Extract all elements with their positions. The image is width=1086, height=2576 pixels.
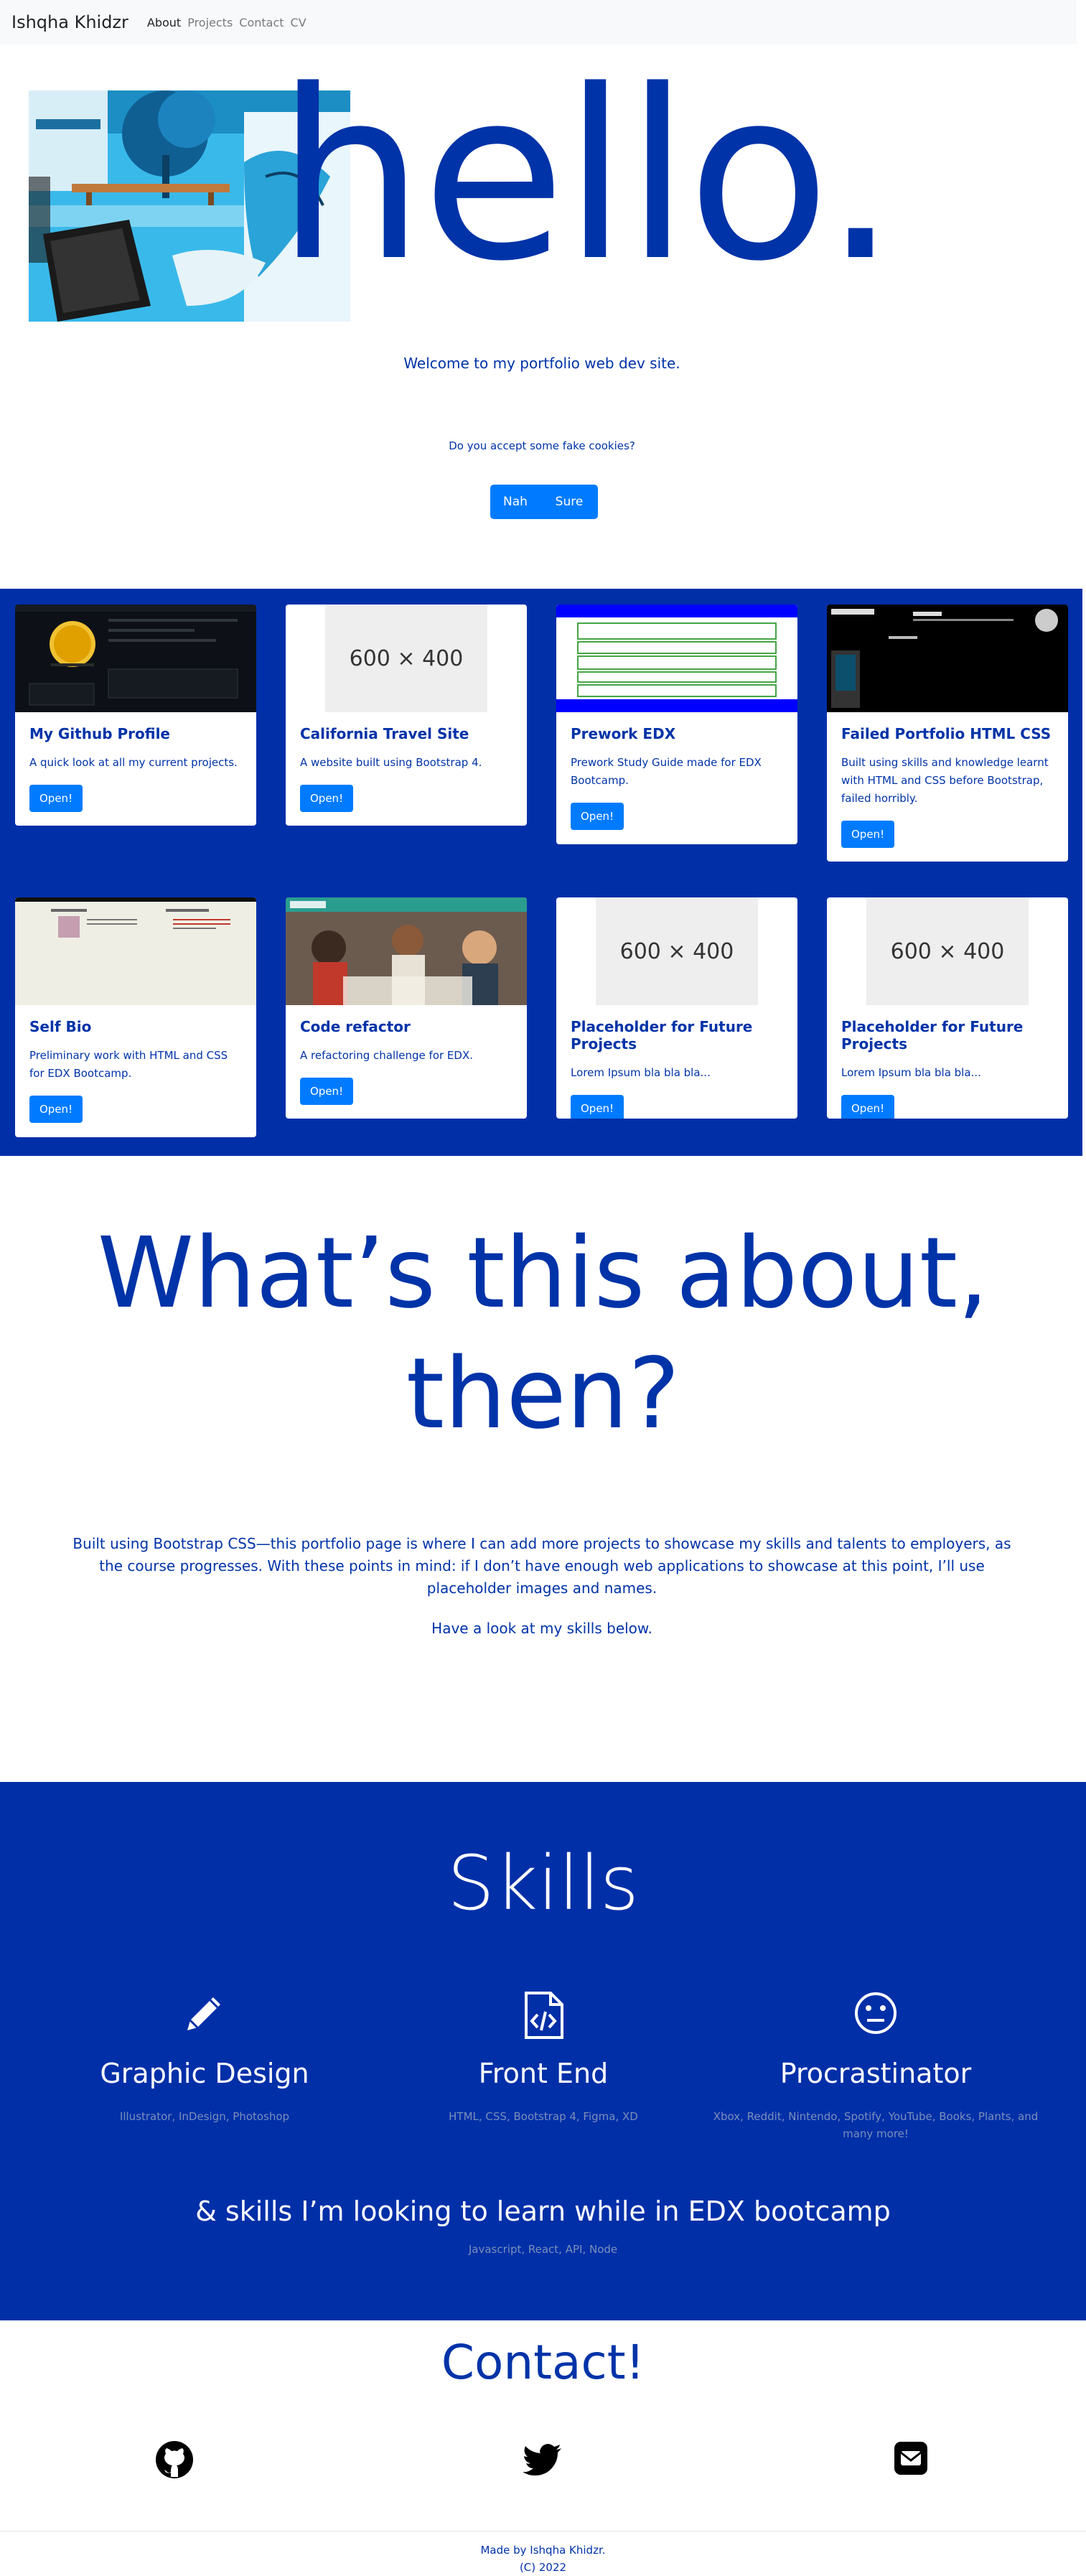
project-description: Lorem Ipsum bla bla bla...	[841, 1066, 981, 1079]
nah-button[interactable]: Nah	[490, 485, 540, 519]
github-screenshot	[15, 605, 256, 712]
nav-link-contact[interactable]: Contact	[239, 16, 284, 29]
skill-subtitle: Illustrator, InDesign, Photoshop	[119, 2110, 290, 2123]
neutral-face-icon	[711, 1990, 1041, 2040]
project-card: 600 × 400 California Travel Site A websi…	[286, 605, 527, 826]
welcome-text: Welcome to my portfolio web dev site.	[403, 355, 680, 372]
hero-title: hello.	[276, 39, 898, 312]
placeholder-label: 600 × 400	[596, 897, 758, 1005]
project-card: My Github Profile A quick look at all my…	[15, 605, 256, 826]
pencil-icon	[39, 1990, 370, 2040]
footer-made-by: Made by Ishqha Khidzr.	[480, 2544, 606, 2557]
open-button[interactable]: Open!	[841, 1095, 895, 1119]
open-button[interactable]: Open!	[29, 1096, 83, 1123]
learn-heading: & skills I’m looking to learn while in E…	[195, 2195, 891, 2227]
project-description: Prework Study Guide made for EDX Bootcam…	[571, 756, 762, 787]
skills-section: Skills Graphic Design Illustrator, InDes…	[0, 1782, 1086, 2320]
email-icon[interactable]	[894, 2441, 934, 2481]
footer: Made by Ishqha Khidzr. (C) 2022	[0, 2542, 1086, 2576]
project-card: Prework EDX Prework Study Guide made for…	[556, 605, 797, 844]
twitter-icon[interactable]	[523, 2444, 563, 2484]
code-file-icon	[378, 1990, 708, 2040]
open-button[interactable]: Open!	[300, 1078, 354, 1105]
brand-link[interactable]: Ishqha Khidzr	[11, 12, 128, 32]
skill-procrastinator: Procrastinator Xbox, Reddit, Nintendo, S…	[711, 1990, 1041, 2142]
skills-prompt: Have a look at my skills below.	[431, 1620, 652, 1637]
project-description: Preliminary work with HTML and CSS for E…	[29, 1049, 228, 1080]
skill-title: Front End	[478, 2058, 609, 2089]
skill-subtitle: HTML, CSS, Bootstrap 4, Figma, XD	[449, 2110, 638, 2123]
github-icon[interactable]	[154, 2440, 195, 2480]
project-description: A quick look at all my current projects.	[29, 756, 238, 769]
prework-screenshot	[556, 605, 797, 712]
project-title: Prework EDX	[571, 725, 676, 742]
open-button[interactable]: Open!	[571, 1095, 624, 1119]
learn-subtitle: Javascript, React, API, Node	[468, 2243, 618, 2256]
project-description: A website built using Bootstrap 4.	[300, 756, 482, 769]
project-title: Code refactor	[300, 1018, 411, 1035]
open-button[interactable]: Open!	[300, 785, 354, 812]
project-description: Built using skills and knowledge learnt …	[841, 756, 1049, 805]
projects-section: My Github Profile A quick look at all my…	[0, 589, 1082, 1156]
skills-heading: Skills	[446, 1839, 640, 1927]
project-title: Placeholder for Future Projects	[841, 1018, 1024, 1053]
about-paragraph: Built using Bootstrap CSS—this portfolio…	[72, 1535, 1011, 1597]
skill-subtitle: Xbox, Reddit, Nintendo, Spotify, YouTube…	[713, 2110, 1039, 2140]
cookie-button-group: Nah Sure	[490, 485, 598, 519]
cookie-question: Do you accept some fake cookies?	[449, 439, 635, 452]
placeholder-label: 600 × 400	[325, 605, 487, 712]
nav-link-projects[interactable]: Projects	[187, 16, 233, 29]
failed-portfolio-screenshot	[827, 605, 1068, 712]
open-button[interactable]: Open!	[571, 803, 624, 830]
sure-button[interactable]: Sure	[540, 485, 598, 519]
project-title: My Github Profile	[29, 725, 170, 742]
skill-title: Graphic Design	[100, 2058, 309, 2089]
contact-heading: Contact!	[441, 2335, 645, 2390]
placeholder-image: 600 × 400	[827, 897, 1068, 1005]
footer-copyright: (C) 2022	[519, 2561, 567, 2574]
about-heading: What’s this about, then?	[97, 1217, 989, 1451]
project-description: A refactoring challenge for EDX.	[300, 1049, 474, 1062]
project-title: California Travel Site	[300, 725, 469, 742]
skill-graphic-design: Graphic Design Illustrator, InDesign, Ph…	[39, 1990, 370, 2125]
open-button[interactable]: Open!	[29, 785, 83, 812]
project-card: Failed Portfolio HTML CSS Built using sk…	[827, 605, 1068, 862]
project-card: Code refactor A refactoring challenge fo…	[286, 897, 527, 1119]
horiseon-screenshot	[286, 897, 527, 1005]
project-title: Self Bio	[29, 1018, 92, 1035]
project-title: Failed Portfolio HTML CSS	[841, 725, 1052, 742]
self-bio-screenshot	[15, 897, 256, 1005]
project-card: Self Bio Preliminary work with HTML and …	[15, 897, 256, 1137]
placeholder-image: 600 × 400	[286, 605, 527, 712]
nav-link-about[interactable]: About	[147, 16, 181, 29]
skill-title: Procrastinator	[780, 2058, 972, 2089]
open-button[interactable]: Open!	[841, 821, 895, 848]
project-title: Placeholder for Future Projects	[571, 1018, 753, 1053]
project-card: 600 × 400 Placeholder for Future Project…	[556, 897, 797, 1119]
placeholder-label: 600 × 400	[866, 897, 1029, 1005]
skill-front-end: Front End HTML, CSS, Bootstrap 4, Figma,…	[378, 1990, 708, 2125]
placeholder-image: 600 × 400	[556, 897, 797, 1005]
navbar: Ishqha Khidzr About Projects Contact CV	[0, 0, 1077, 45]
project-description: Lorem Ipsum bla bla bla...	[571, 1066, 711, 1079]
project-card: 600 × 400 Placeholder for Future Project…	[827, 897, 1068, 1119]
nav-link-cv[interactable]: CV	[291, 16, 306, 29]
